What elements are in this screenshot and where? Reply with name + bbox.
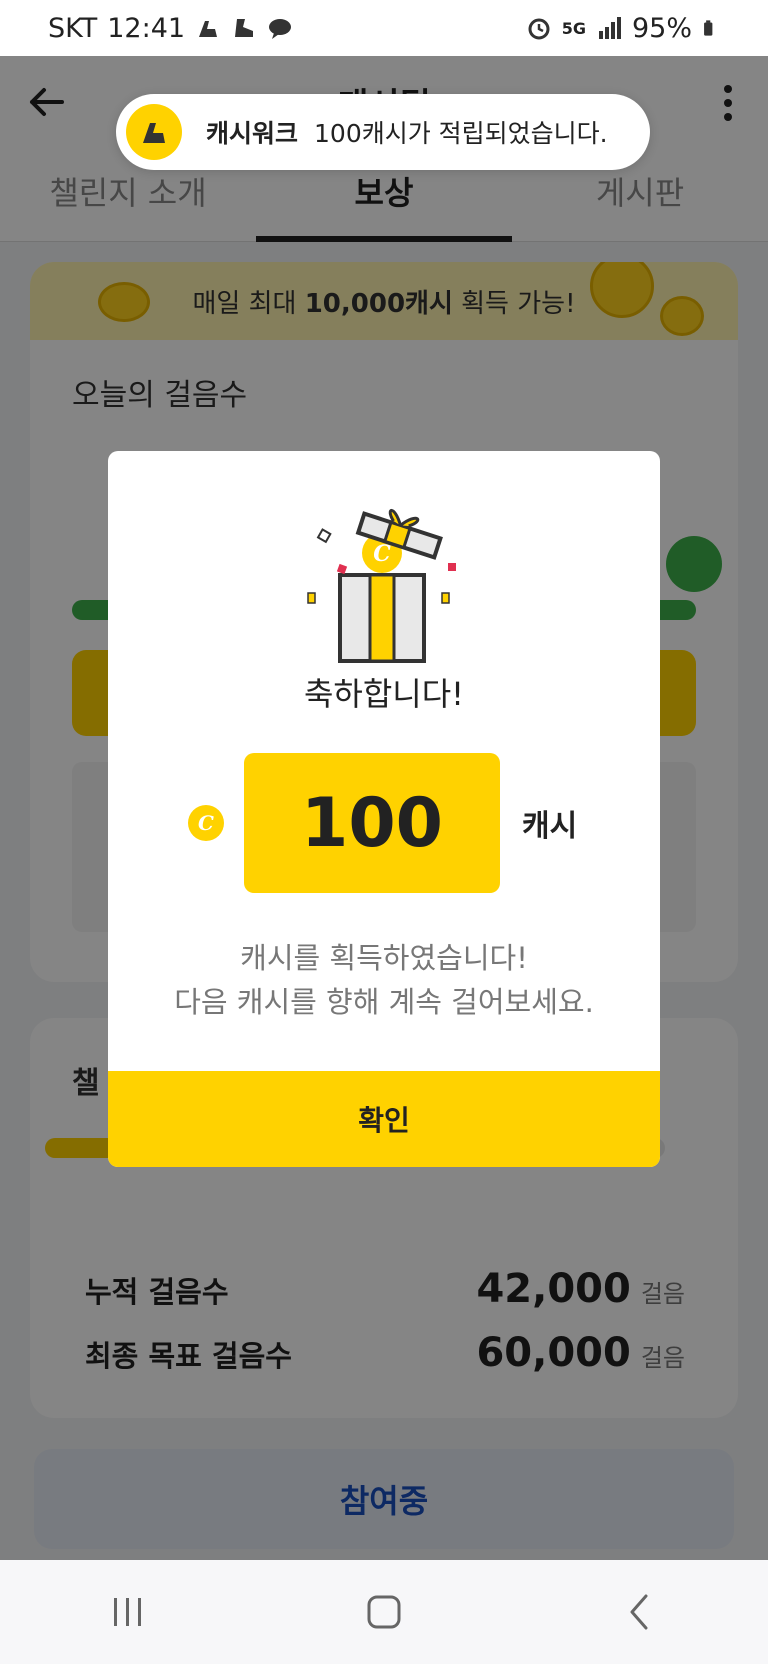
status-left: SKT 12:41: [48, 13, 293, 44]
alarm-icon: [528, 18, 550, 40]
dialog-description: 캐시를 획득하였습니다! 다음 캐시를 향해 계속 걸어보세요.: [108, 936, 660, 1024]
recent-apps-button[interactable]: [98, 1582, 158, 1642]
battery-percent: 95%: [631, 12, 692, 44]
description-line-1: 캐시를 획득하였습니다!: [240, 941, 528, 975]
back-chevron-icon: [630, 1594, 648, 1630]
cash-coin-icon: C: [188, 805, 224, 841]
svg-text:C: C: [373, 541, 391, 567]
battery-icon: [704, 20, 713, 36]
reward-amount-row: C 100 캐시: [108, 753, 660, 893]
dialog-title: 축하합니다!: [303, 675, 465, 713]
clock: 12:41: [107, 12, 186, 44]
home-button[interactable]: [354, 1582, 414, 1642]
cashwalk-notification-icon: [199, 21, 218, 37]
home-icon: [367, 1595, 401, 1629]
reward-amount: 100: [244, 753, 500, 893]
reward-dialog: C 축하합니다! C 100 캐시 캐시를 획득하였습니다! 다음 캐시를 향해…: [108, 451, 660, 1167]
walk-shoe-notification-icon: [235, 19, 254, 37]
chat-bubble-notification-icon: [269, 19, 292, 39]
carrier-label: SKT: [48, 12, 98, 44]
reward-unit: 캐시: [522, 809, 578, 844]
network-type: 5G: [561, 18, 586, 38]
status-right: 5G 95%: [526, 13, 720, 44]
toast-app-name: 캐시워크: [206, 119, 299, 148]
cash-notification-toast[interactable]: 캐시워크 100캐시가 적립되었습니다.: [116, 94, 650, 170]
confirm-button[interactable]: 확인: [108, 1071, 660, 1167]
back-button[interactable]: [610, 1582, 670, 1642]
description-line-2: 다음 캐시를 향해 계속 걸어보세요.: [174, 985, 594, 1019]
cashwalk-logo-icon: [126, 104, 182, 160]
recent-apps-icon: [114, 1598, 141, 1626]
status-bar: SKT 12:41 5G 95%: [0, 0, 768, 56]
system-navigation-bar: [0, 1560, 768, 1664]
signal-icon: [598, 17, 621, 39]
gift-box-icon: C: [307, 508, 456, 663]
toast-message: 100캐시가 적립되었습니다.: [314, 119, 608, 148]
